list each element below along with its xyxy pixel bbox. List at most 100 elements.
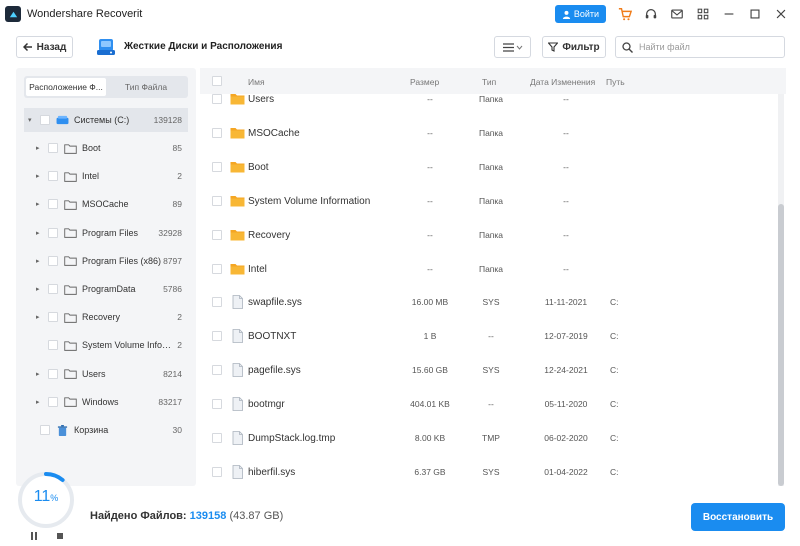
tree-checkbox[interactable] xyxy=(48,396,58,407)
table-row[interactable]: hiberfil.sys 6.37 GB SYS 01-04-2022 C: xyxy=(200,455,776,486)
file-size: -- xyxy=(427,263,433,274)
table-row[interactable]: bootmgr 404.01 KB -- 05-11-2020 C: xyxy=(200,387,776,421)
tree-checkbox[interactable] xyxy=(48,368,58,379)
search-box[interactable] xyxy=(615,36,785,58)
tree-checkbox[interactable] xyxy=(48,340,58,351)
tree-checkbox[interactable] xyxy=(48,143,58,153)
tab-file-type[interactable]: Тип Файла xyxy=(106,78,186,96)
row-checkbox[interactable] xyxy=(212,365,222,376)
tree-checkbox[interactable] xyxy=(48,227,58,238)
file-date: 01-04-2022 xyxy=(544,466,588,477)
column-header-size[interactable]: Размер xyxy=(410,77,439,87)
close-icon[interactable] xyxy=(768,4,794,24)
tree-item[interactable]: ▸ ProgramData 5786 xyxy=(24,279,188,299)
file-name: Intel xyxy=(248,263,267,275)
file-path: C: xyxy=(610,331,619,342)
tree-checkbox[interactable] xyxy=(48,284,58,294)
table-row[interactable]: MSOCache -- Папка -- xyxy=(200,116,776,150)
table-row[interactable]: pagefile.sys 15.60 GB SYS 12-24-2021 C: xyxy=(200,353,776,387)
tree-item[interactable]: ▸ Boot 85 xyxy=(24,138,188,158)
pause-button[interactable] xyxy=(29,531,39,541)
tree-checkbox[interactable] xyxy=(48,171,58,182)
cart-icon[interactable] xyxy=(612,4,638,24)
menu-grid-icon[interactable] xyxy=(690,4,716,24)
tree-item[interactable]: ▸ Users 8214 xyxy=(24,364,188,384)
table-row[interactable]: DumpStack.log.tmp 8.00 KB TMP 06-02-2020 C: xyxy=(200,421,776,455)
tree-item[interactable]: ▸ Intel 2 xyxy=(24,166,188,186)
column-header-type[interactable]: Тип xyxy=(482,77,496,87)
row-checkbox[interactable] xyxy=(212,466,222,477)
expand-arrow-icon[interactable]: ▸ xyxy=(36,257,44,265)
row-checkbox[interactable] xyxy=(212,195,222,206)
scrollbar-thumb[interactable] xyxy=(778,204,784,486)
expand-arrow-icon[interactable]: ▸ xyxy=(36,285,44,293)
tree-checkbox[interactable] xyxy=(48,312,58,323)
back-button[interactable]: Назад xyxy=(16,36,73,58)
expand-arrow-icon[interactable]: ▸ xyxy=(36,370,44,378)
tree-item[interactable]: ▸ Program Files 32928 xyxy=(24,223,188,243)
column-header-date[interactable]: Дата Изменения xyxy=(530,77,595,87)
tree-item-trash[interactable]: Корзина 30 xyxy=(24,420,188,440)
file-name: BOOTNXT xyxy=(248,331,297,343)
expand-arrow-icon[interactable]: ▸ xyxy=(36,200,44,208)
expand-arrow-icon[interactable]: ▾ xyxy=(28,116,36,124)
table-row[interactable]: Users -- Папка -- xyxy=(200,94,776,116)
tree-checkbox[interactable] xyxy=(40,115,50,125)
table-row[interactable]: BOOTNXT 1 B -- 12-07-2019 C: xyxy=(200,319,776,353)
table-row[interactable]: System Volume Information -- Папка -- xyxy=(200,184,776,218)
row-checkbox[interactable] xyxy=(212,127,222,138)
headset-icon[interactable] xyxy=(638,4,664,24)
table-row[interactable]: Boot -- Папка -- xyxy=(200,150,776,184)
stop-button[interactable] xyxy=(55,531,65,541)
restore-button[interactable]: Восстановить xyxy=(691,503,785,531)
view-mode-button[interactable] xyxy=(494,36,531,58)
search-input[interactable] xyxy=(639,42,769,52)
table-row[interactable]: Recovery -- Папка -- xyxy=(200,218,776,252)
mail-icon[interactable] xyxy=(664,4,690,24)
file-name: pagefile.sys xyxy=(248,365,301,377)
column-header-path[interactable]: Путь xyxy=(606,77,625,87)
row-checkbox[interactable] xyxy=(212,399,222,410)
expand-arrow-icon[interactable]: ▸ xyxy=(36,229,44,237)
tree-checkbox[interactable] xyxy=(40,425,50,435)
table-row[interactable]: swapfile.sys 16.00 MB SYS 11-11-2021 C: xyxy=(200,285,776,319)
tree-checkbox[interactable] xyxy=(48,255,58,266)
tree-item-label: ProgramData xyxy=(82,284,136,294)
tree-item-label: Boot xyxy=(82,143,101,153)
folder-icon xyxy=(230,195,245,207)
tree-item-label: Users xyxy=(82,368,106,379)
found-label: Найдено Файлов: xyxy=(90,510,187,522)
row-checkbox[interactable] xyxy=(212,433,222,443)
row-checkbox[interactable] xyxy=(212,297,222,308)
expand-arrow-icon[interactable]: ▸ xyxy=(36,398,44,406)
expand-arrow-icon[interactable]: ▸ xyxy=(36,144,44,152)
column-header-name[interactable]: Имя xyxy=(248,77,265,87)
tree-item[interactable]: System Volume Inform... 2 xyxy=(24,335,188,355)
tree-item[interactable]: ▸ Recovery 2 xyxy=(24,307,188,327)
list-header: Имя Размер Тип Дата Изменения Путь xyxy=(200,68,786,94)
file-size: 15.60 GB xyxy=(412,365,448,376)
scrollbar[interactable] xyxy=(778,94,784,486)
row-checkbox[interactable] xyxy=(212,263,222,274)
select-all-checkbox[interactable] xyxy=(212,76,222,86)
maximize-icon[interactable] xyxy=(742,4,768,24)
expand-arrow-icon[interactable]: ▸ xyxy=(36,313,44,321)
table-row[interactable]: Intel -- Папка -- xyxy=(200,252,776,286)
expand-arrow-icon[interactable]: ▸ xyxy=(36,172,44,180)
row-checkbox[interactable] xyxy=(212,229,222,240)
tree-item[interactable]: ▸ Program Files (x86) 8797 xyxy=(24,251,188,271)
row-checkbox[interactable] xyxy=(212,331,222,342)
row-checkbox[interactable] xyxy=(212,94,222,104)
tree-item[interactable]: ▸ Windows 83217 xyxy=(24,392,188,412)
tree-checkbox[interactable] xyxy=(48,199,58,210)
tree-root-drive[interactable]: ▾ Системы (C:) 139128 xyxy=(24,108,188,132)
tree-item[interactable]: ▸ MSOCache 89 xyxy=(24,194,188,214)
tree-item-count: 83217 xyxy=(158,396,182,407)
title-bar: Wondershare Recoverit Войти xyxy=(0,0,800,28)
minimize-icon[interactable] xyxy=(716,4,742,24)
filter-button[interactable]: Фильтр xyxy=(542,36,606,58)
row-checkbox[interactable] xyxy=(212,161,222,172)
tab-file-location[interactable]: Расположение Ф... xyxy=(26,78,106,96)
file-date: 12-07-2019 xyxy=(544,331,588,342)
login-button[interactable]: Войти xyxy=(554,5,606,23)
